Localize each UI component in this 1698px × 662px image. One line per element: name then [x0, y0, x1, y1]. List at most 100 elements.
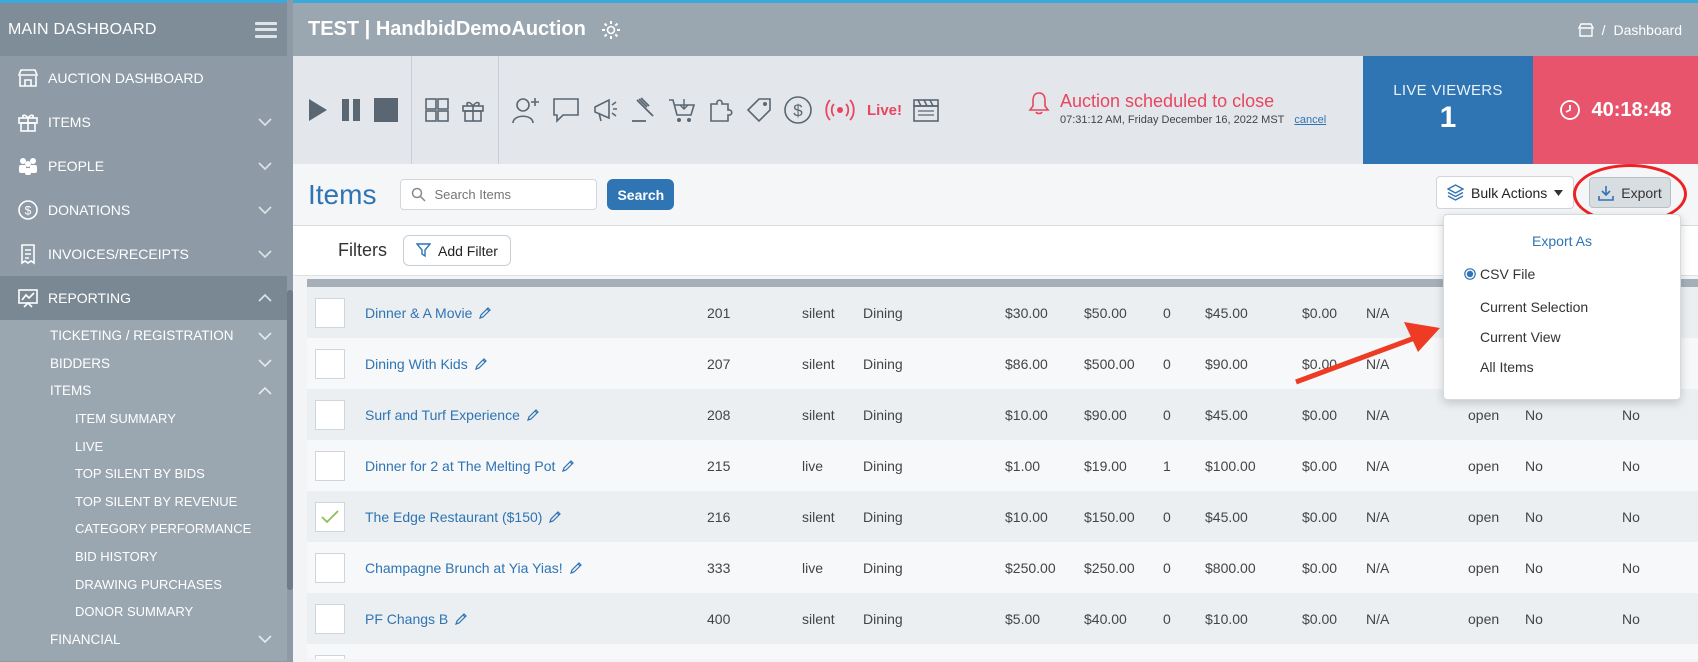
sidebar-sub-category-performance[interactable]: CATEGORY PERFORMANCE: [0, 515, 287, 543]
cell-s1: No: [1525, 559, 1543, 576]
sidebar-sub-donor-summary[interactable]: DONOR SUMMARY: [0, 598, 287, 626]
table-row[interactable]: Dinner for 2 at The Melting Pot 215 live Di…: [307, 440, 1698, 491]
stop-icon[interactable]: [373, 97, 399, 123]
item-name: Surf and Turf Experience: [365, 406, 520, 423]
export-dropdown: Export As CSV File Current Selection Cur…: [1443, 214, 1681, 400]
sidebar-sub-items[interactable]: ITEMS: [0, 377, 287, 405]
gear-icon[interactable]: [600, 19, 622, 41]
pencil-icon[interactable]: [526, 408, 540, 422]
cell-v2: $50.00: [1084, 304, 1127, 321]
broadcast-icon[interactable]: [823, 97, 857, 123]
sidebar-sub-ticketing[interactable]: TICKETING / REGISTRATION: [0, 322, 287, 350]
pause-icon[interactable]: [339, 97, 363, 123]
table-row[interactable]: Champagne Brunch at Yia Yias! 333 live Dini…: [307, 542, 1698, 593]
live-label[interactable]: Live!: [867, 102, 902, 119]
cell-type: silent: [802, 610, 835, 627]
cancel-link[interactable]: cancel: [1294, 114, 1326, 126]
row-checkbox[interactable]: [315, 501, 345, 532]
sidebar-sub-bidders[interactable]: BIDDERS: [0, 350, 287, 378]
row-checkbox[interactable]: [315, 399, 345, 430]
sidebar-item-donations[interactable]: $ DONATIONS: [0, 188, 287, 232]
sidebar-item-invoices[interactable]: INVOICES/RECEIPTS: [0, 232, 287, 276]
row-checkbox[interactable]: [315, 654, 345, 659]
pencil-icon[interactable]: [569, 561, 583, 575]
megaphone-icon[interactable]: [591, 96, 619, 124]
store-icon[interactable]: [1577, 22, 1594, 37]
breadcrumb-dashboard[interactable]: Dashboard: [1614, 22, 1683, 38]
sidebar-item-people[interactable]: PEOPLE: [0, 144, 287, 188]
add-user-icon[interactable]: [511, 95, 541, 125]
sidebar-sub-drawing-purchases[interactable]: DRAWING PURCHASES: [0, 570, 287, 598]
gavel-icon[interactable]: [629, 96, 657, 124]
search-icon: [412, 187, 426, 202]
countdown-timer: 40:18:48: [1533, 56, 1698, 164]
row-checkbox[interactable]: [315, 297, 345, 328]
cart-icon[interactable]: [667, 96, 697, 124]
item-name-link[interactable]: Surf and Turf Experience: [365, 407, 540, 423]
sidebar-item-items[interactable]: ITEMS: [0, 100, 287, 144]
sidebar-item-reporting[interactable]: REPORTING: [0, 276, 287, 320]
item-name-link[interactable]: Dinner & A Movie: [365, 305, 492, 321]
radio-selected-icon[interactable]: [1464, 268, 1476, 280]
cell-num: 201: [707, 304, 731, 321]
cell-v1: $5.00: [1005, 610, 1041, 627]
cell-s1: No: [1525, 508, 1543, 525]
puzzle-icon[interactable]: [707, 96, 735, 124]
add-filter-button[interactable]: Add Filter: [403, 235, 511, 266]
row-checkbox[interactable]: [315, 450, 345, 481]
live-viewers-panel: LIVE VIEWERS 1: [1363, 56, 1533, 164]
item-name: Dining With Kids: [365, 355, 468, 372]
sidebar-sub-bid-history[interactable]: BID HISTORY: [0, 543, 287, 571]
sidebar-item-label: AUCTION DASHBOARD: [48, 70, 204, 86]
item-name-link[interactable]: Champagne Brunch at Yia Yias!: [365, 560, 583, 576]
search-box: [400, 179, 598, 210]
table-row[interactable]: PF Changs B 400 silent Dining $5.00 $40.00 0 $1…: [307, 593, 1698, 644]
play-icon[interactable]: [305, 97, 329, 123]
sidebar-sub-financial[interactable]: FINANCIAL: [0, 626, 287, 654]
sidebar-item-auction-dashboard[interactable]: AUCTION DASHBOARD: [0, 56, 287, 100]
row-checkbox[interactable]: [315, 603, 345, 634]
pencil-icon[interactable]: [478, 306, 492, 320]
search-input[interactable]: [434, 187, 585, 202]
cell-v2: $150.00: [1084, 508, 1135, 525]
hamburger-menu-icon[interactable]: [255, 21, 277, 38]
sidebar-header: MAIN DASHBOARD: [0, 3, 287, 56]
cell-s2: No: [1622, 610, 1640, 627]
item-name-link[interactable]: PF Changs B: [365, 611, 468, 627]
item-name-link[interactable]: Dining With Kids: [365, 356, 488, 372]
export-current-selection[interactable]: Current Selection: [1480, 292, 1680, 322]
close-notice: Auction scheduled to close 07:31:12 AM, …: [1028, 91, 1326, 126]
item-name-link[interactable]: Dinner for 2 at The Melting Pot: [365, 458, 575, 474]
clapperboard-icon[interactable]: [912, 97, 940, 123]
cell-v2: $40.00: [1084, 610, 1127, 627]
gift-icon[interactable]: [460, 97, 486, 123]
timer-value: 40:18:48: [1591, 98, 1672, 121]
sidebar-sub-label: TOP SILENT BY REVENUE: [75, 493, 238, 509]
item-name: The Edge Restaurant ($150): [365, 508, 543, 525]
table-row[interactable]: The Edge Restaurant ($150) 216 silent Dinin…: [307, 491, 1698, 542]
sidebar-sub-top-silent-bids[interactable]: TOP SILENT BY BIDS: [0, 460, 287, 488]
bulk-actions-button[interactable]: Bulk Actions: [1436, 176, 1575, 209]
cell-cat: Dining: [863, 406, 903, 423]
clock-icon: [1560, 100, 1581, 120]
export-current-view[interactable]: Current View: [1480, 322, 1680, 352]
item-name-link[interactable]: The Edge Restaurant ($150): [365, 509, 562, 525]
chat-icon[interactable]: [551, 96, 581, 124]
sidebar-sub-top-silent-revenue[interactable]: TOP SILENT BY REVENUE: [0, 488, 287, 516]
row-checkbox[interactable]: [315, 552, 345, 583]
dollar-icon[interactable]: $: [783, 95, 813, 125]
pencil-icon[interactable]: [561, 459, 575, 473]
export-all-items[interactable]: All Items: [1480, 352, 1680, 382]
csv-radio-option[interactable]: CSV File: [1464, 266, 1680, 282]
reporting-submenu: TICKETING / REGISTRATION BIDDERS ITEMS I…: [0, 320, 287, 662]
pencil-icon[interactable]: [474, 357, 488, 371]
table-row[interactable]: [307, 644, 1698, 659]
grid-icon[interactable]: [424, 97, 450, 123]
row-checkbox[interactable]: [315, 348, 345, 379]
tag-icon[interactable]: [745, 96, 773, 124]
sidebar-sub-live[interactable]: LIVE: [0, 432, 287, 460]
sidebar-sub-item-summary[interactable]: ITEM SUMMARY: [0, 405, 287, 433]
pencil-icon[interactable]: [454, 612, 468, 626]
pencil-icon[interactable]: [548, 510, 562, 524]
search-button[interactable]: Search: [607, 179, 675, 210]
